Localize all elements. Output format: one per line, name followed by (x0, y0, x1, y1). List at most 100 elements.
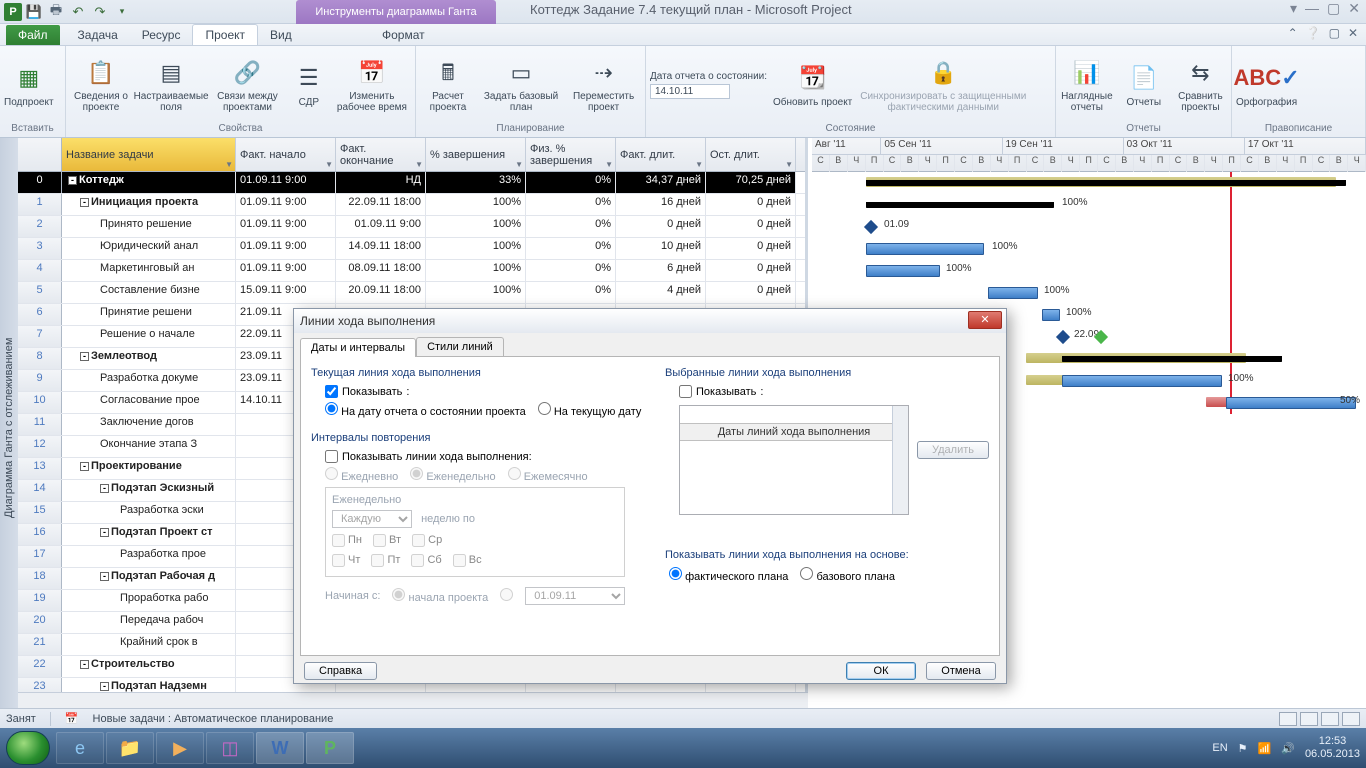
cancel-button[interactable]: Отмена (926, 662, 996, 680)
dialog-tab-styles[interactable]: Стили линий (416, 337, 504, 356)
help-icon[interactable]: ❔ (1306, 26, 1321, 40)
listbox-scrollbar[interactable] (892, 406, 908, 514)
col-phys[interactable]: Физ. % завершения▼ (526, 138, 616, 171)
wbs-button[interactable]: ☰СДР (291, 63, 327, 108)
redo-icon[interactable]: ↷ (90, 2, 110, 22)
help-up-icon[interactable]: ⌃ (1288, 26, 1298, 40)
tab-view[interactable]: Вид (258, 25, 304, 45)
sect-basis-label: Показывать линии хода выполнения на осно… (665, 549, 989, 561)
spelling-button[interactable]: ABC✓Орфография (1236, 63, 1297, 108)
close-icon[interactable]: ✕ (1348, 0, 1360, 17)
worktime-button[interactable]: 📅Изменить рабочее время (333, 57, 411, 113)
ok-button[interactable]: ОК (846, 662, 916, 680)
visual-reports-button[interactable]: 📊Наглядные отчеты (1060, 57, 1114, 113)
calc-icon: 🖩 (432, 57, 464, 89)
mdi-close-icon[interactable]: ✕ (1348, 26, 1358, 40)
tab-file[interactable]: Файл (6, 25, 60, 45)
baseline-button[interactable]: ▭Задать базовый план (482, 57, 560, 113)
move-project-button[interactable]: ⇢Переместить проект (566, 57, 641, 113)
subproject-label: Подпроект (4, 97, 54, 108)
start-button[interactable] (6, 731, 50, 765)
help-button[interactable]: Справка (304, 662, 377, 680)
links-button[interactable]: 🔗Связи между проектами (210, 57, 285, 113)
window-title: Коттедж Задание 7.4 текущий план - Micro… (530, 2, 852, 17)
sect-repeat-label: Интервалы повторения (311, 432, 645, 444)
custom-fields-button[interactable]: ▤Настраиваемые поля (138, 57, 204, 113)
links-icon: 🔗 (231, 57, 263, 89)
taskbar-wmp[interactable]: ▶ (156, 732, 204, 764)
table-row[interactable]: 0-Коттедж01.09.11 9:00НД33%0%34,37 дней7… (18, 172, 805, 194)
tray-network-icon[interactable]: 📶 (1258, 742, 1272, 755)
progress-lines-dialog: Линии хода выполнения ✕ Даты и интервалы… (293, 308, 1007, 684)
compare-button[interactable]: ⇆Сравнить проекты (1174, 57, 1227, 113)
print-icon[interactable]: 🖶 (46, 2, 66, 22)
opt-today[interactable]: На текущую дату (538, 402, 642, 418)
table-row[interactable]: 1-Инициация проекта01.09.11 9:0022.09.11… (18, 194, 805, 216)
col-fdur[interactable]: Факт. длит.▼ (616, 138, 706, 171)
ribbon-minimize-icon[interactable]: ▾ (1290, 0, 1297, 17)
tray-clock[interactable]: 12:5306.05.2013 (1305, 735, 1360, 761)
col-fend[interactable]: Факт. окончание▼ (336, 138, 426, 171)
update-project-button[interactable]: 📆Обновить проект (773, 63, 852, 108)
contextual-tab-label: Инструменты диаграммы Ганта (296, 0, 496, 24)
dialog-tab-dates[interactable]: Даты и интервалы (300, 338, 416, 357)
opt-daily: Ежедневно (325, 467, 398, 483)
spelling-icon: ABC✓ (1251, 63, 1283, 95)
dialog-title[interactable]: Линии хода выполнения ✕ (294, 309, 1006, 333)
status-date-value[interactable]: 14.10.11 (650, 84, 730, 99)
save-icon[interactable]: 💾 (24, 2, 44, 22)
tab-resource[interactable]: Ресурс (130, 25, 193, 45)
opt-proj-start: начала проекта (392, 588, 488, 604)
subproject-button[interactable]: ▦Подпроект (4, 63, 54, 108)
ribbon: ▦Подпроект Вставить 📋Сведения о проекте … (0, 46, 1366, 138)
delete-button: Удалить (917, 441, 989, 459)
mdi-restore-icon[interactable]: ▢ (1329, 26, 1340, 40)
group-insert-label: Вставить (4, 122, 61, 135)
taskbar-project[interactable]: P (306, 732, 354, 764)
quick-access-toolbar: P 💾 🖶 ↶ ↷ ▾ Инструменты диаграммы Ганта … (0, 0, 1366, 24)
col-fstart[interactable]: Факт. начало▼ (236, 138, 336, 171)
qat-dropdown-icon[interactable]: ▾ (112, 2, 132, 22)
show-selected-checkbox[interactable]: Показывать: (679, 385, 989, 398)
table-row[interactable]: 4Маркетинговый ан01.09.11 9:0008.09.11 1… (18, 260, 805, 282)
table-row[interactable]: 3Юридический анал01.09.11 9:0014.09.11 1… (18, 238, 805, 260)
taskbar-ie[interactable]: e (56, 732, 104, 764)
tray-flag-icon[interactable]: ⚑ (1238, 742, 1248, 755)
taskbar-word[interactable]: W (256, 732, 304, 764)
dates-listbox[interactable]: Даты линий хода выполнения (679, 405, 909, 515)
opt-actual[interactable]: фактического плана (669, 567, 788, 583)
col-name[interactable]: Название задачи▼ (62, 138, 236, 171)
status-busy: Занят (6, 713, 36, 725)
compare-icon: ⇆ (1184, 57, 1216, 89)
tab-format[interactable]: Формат (370, 25, 437, 45)
tray-volume-icon[interactable]: 🔊 (1281, 742, 1295, 755)
opt-weekly: Еженедельно (410, 467, 495, 483)
tray-lang[interactable]: EN (1212, 742, 1227, 754)
view-shortcuts[interactable] (1279, 712, 1360, 726)
reports-button[interactable]: 📄Отчеты (1120, 63, 1168, 108)
show-current-checkbox[interactable]: Показывать: (325, 385, 645, 398)
tab-project[interactable]: Проект (192, 24, 258, 45)
grid-hscroll[interactable] (18, 692, 808, 708)
col-pct[interactable]: % завершения▼ (426, 138, 526, 171)
opt-report-date[interactable]: На дату отчета о состоянии проекта (325, 402, 526, 418)
table-row[interactable]: 2Принято решение01.09.11 9:0001.09.11 9:… (18, 216, 805, 238)
chevron-down-icon[interactable]: ▼ (225, 160, 233, 169)
calendar-status-icon[interactable]: 📅 (65, 712, 79, 725)
col-rdur[interactable]: Ост. длит.▼ (706, 138, 796, 171)
show-lines-checkbox[interactable]: Показывать линии хода выполнения: (325, 450, 645, 463)
opt-baseline[interactable]: базового плана (800, 567, 895, 583)
table-row[interactable]: 5Составление бизне15.09.11 9:0020.09.11 … (18, 282, 805, 304)
calc-button[interactable]: 🖩Расчет проекта (420, 57, 476, 113)
taskbar-app1[interactable]: ◫ (206, 732, 254, 764)
maximize-icon[interactable]: ▢ (1327, 0, 1340, 17)
taskbar-explorer[interactable]: 📁 (106, 732, 154, 764)
project-info-button[interactable]: 📋Сведения о проекте (70, 57, 132, 113)
corner-cell[interactable] (18, 138, 62, 171)
dialog-close-button[interactable]: ✕ (968, 311, 1002, 329)
tab-task[interactable]: Задача (66, 25, 130, 45)
every-select: Каждую (332, 510, 412, 528)
minimize-icon[interactable]: — (1305, 0, 1319, 17)
undo-icon[interactable]: ↶ (68, 2, 88, 22)
view-sidebar[interactable]: Диаграмма Ганта с отслеживанием (0, 138, 18, 718)
